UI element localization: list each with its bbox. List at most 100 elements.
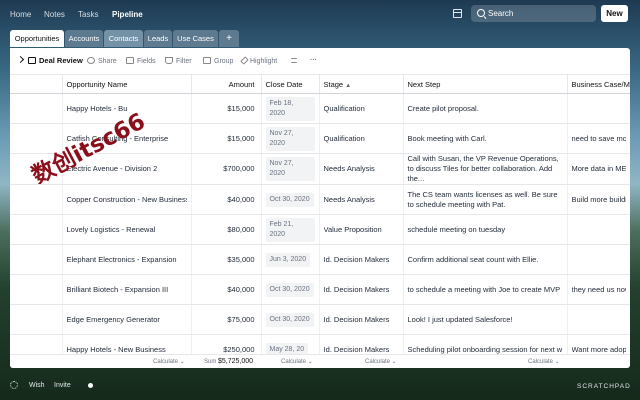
column-header-business-case[interactable]: Business Case/Me bbox=[567, 75, 630, 94]
calculate-name-button[interactable]: Calculate ⌄ bbox=[153, 358, 185, 365]
stage-cell-text: Value Proposition bbox=[323, 224, 382, 234]
tab-contacts[interactable]: Contacts bbox=[104, 30, 143, 47]
row-select-cell[interactable] bbox=[10, 304, 63, 335]
tab-leads[interactable]: Leads bbox=[144, 30, 172, 47]
search-input[interactable] bbox=[488, 5, 588, 22]
next-step-cell[interactable]: Book meeting with Carl. bbox=[403, 123, 568, 154]
business-case-cell[interactable] bbox=[567, 244, 630, 275]
group-button[interactable]: Group bbox=[203, 57, 233, 65]
next-step-cell[interactable]: schedule meeting on tuesday bbox=[403, 214, 568, 245]
calculate-date-button[interactable]: Calculate ⌄ bbox=[281, 358, 313, 365]
amount-cell[interactable]: $40,000 bbox=[191, 184, 262, 215]
amount-cell[interactable]: $35,000 bbox=[191, 244, 262, 275]
add-tab-button[interactable]: + bbox=[219, 30, 239, 47]
opportunity-name-cell-text: Lovely Logistics - Renewal bbox=[66, 224, 156, 234]
opportunity-name-cell[interactable]: Brilliant Biotech - Expansion III bbox=[62, 274, 192, 305]
row-select-cell[interactable] bbox=[10, 214, 63, 245]
sum-amount[interactable]: Sum $5,725,000 bbox=[204, 358, 253, 365]
chevron-right-icon[interactable] bbox=[16, 55, 25, 64]
invite-link[interactable]: Invite bbox=[54, 382, 71, 389]
gear-icon[interactable] bbox=[10, 381, 18, 389]
row-select-cell[interactable] bbox=[10, 184, 63, 215]
new-button[interactable]: New bbox=[601, 5, 628, 22]
nav-tasks[interactable]: Tasks bbox=[78, 10, 98, 19]
close-date-cell[interactable]: Oct 30, 2020 bbox=[261, 184, 320, 215]
nav-notes[interactable]: Notes bbox=[44, 10, 65, 19]
opportunity-name-cell-text: Happy Hotels - New Business bbox=[66, 344, 166, 354]
next-step-cell[interactable]: The CS team wants licenses as well. Be s… bbox=[403, 184, 568, 215]
more-button[interactable]: ··· bbox=[310, 57, 317, 64]
calendar-icon[interactable] bbox=[453, 9, 462, 18]
close-date-cell[interactable]: Feb 21, 2020 bbox=[261, 214, 320, 245]
table-row[interactable]: Elephant Electronics - Expansion $35,000 J… bbox=[10, 244, 630, 275]
opportunity-name-cell[interactable]: Lovely Logistics - Renewal bbox=[62, 214, 192, 245]
calculate-stage-button[interactable]: Calculate ⌄ bbox=[365, 358, 397, 365]
wish-link[interactable]: Wish bbox=[29, 382, 45, 389]
amount-cell[interactable]: $15,000 bbox=[191, 93, 262, 124]
opportunity-name-cell[interactable]: Edge Emergency Generator bbox=[62, 304, 192, 335]
tab-use-cases[interactable]: Use Cases bbox=[173, 30, 218, 47]
filter-button[interactable]: Filter bbox=[165, 57, 192, 65]
nav-pipeline[interactable]: Pipeline bbox=[112, 10, 143, 19]
fields-button[interactable]: Fields bbox=[126, 57, 156, 65]
stage-cell[interactable]: Id. Decision Makers bbox=[319, 304, 404, 335]
close-date-cell[interactable]: Nov 27, 2020 bbox=[261, 123, 320, 154]
amount-cell[interactable]: $75,000 bbox=[191, 304, 262, 335]
view-selector[interactable]: Deal Review bbox=[28, 56, 83, 65]
table-row[interactable]: Lovely Logistics - Renewal $80,000 Feb 21,… bbox=[10, 214, 630, 245]
column-header-opportunity-name[interactable]: Opportunity Name bbox=[62, 75, 192, 94]
column-header-close-date[interactable]: Close Date bbox=[261, 75, 320, 94]
close-date-cell[interactable]: Jun 3, 2020 bbox=[261, 244, 320, 275]
share-button[interactable]: Share bbox=[87, 57, 117, 65]
tab-opportunities[interactable]: Opportunities bbox=[10, 30, 64, 47]
business-case-cell[interactable]: Build more buildin bbox=[567, 184, 630, 215]
table-row[interactable]: Copper Construction - New Business $40,00… bbox=[10, 184, 630, 215]
close-date-cell[interactable]: Feb 18, 2020 bbox=[261, 93, 320, 124]
stage-cell[interactable]: Needs Analysis bbox=[319, 153, 404, 185]
business-case-cell[interactable] bbox=[567, 214, 630, 245]
next-step-cell[interactable]: to schedule a meeting with Joe to create… bbox=[403, 274, 568, 305]
amount-cell[interactable]: $15,000 bbox=[191, 123, 262, 154]
amount-cell[interactable]: $80,000 bbox=[191, 214, 262, 245]
next-step-cell[interactable]: Call with Susan, the VP Revenue Operatio… bbox=[403, 153, 568, 185]
close-date-cell[interactable]: Oct 30, 2020 bbox=[261, 304, 320, 335]
search-box[interactable] bbox=[471, 5, 596, 22]
amount-cell[interactable]: $700,000 bbox=[191, 153, 262, 185]
calculate-next-step-button[interactable]: Calculate ⌄ bbox=[528, 358, 560, 365]
nav-home[interactable]: Home bbox=[10, 10, 31, 19]
opportunity-name-cell[interactable]: Elephant Electronics - Expansion bbox=[62, 244, 192, 275]
column-header-next-step[interactable]: Next Step bbox=[403, 75, 568, 94]
column-header-stage[interactable]: Stage ▲ bbox=[319, 75, 404, 94]
column-header-amount[interactable]: Amount bbox=[191, 75, 262, 94]
stage-cell[interactable]: Id. Decision Makers bbox=[319, 244, 404, 275]
business-case-cell[interactable]: More data in MEU bbox=[567, 153, 630, 185]
business-case-cell[interactable] bbox=[567, 304, 630, 335]
share-icon bbox=[87, 57, 95, 64]
amount-cell-text: $35,000 bbox=[227, 254, 255, 264]
next-step-cell[interactable]: Create pilot proposal. bbox=[403, 93, 568, 124]
opportunity-name-cell[interactable]: Copper Construction - New Business bbox=[62, 184, 192, 215]
stage-cell[interactable]: Value Proposition bbox=[319, 214, 404, 245]
table-row[interactable]: Brilliant Biotech - Expansion III $40,000… bbox=[10, 274, 630, 305]
stage-cell[interactable]: Qualification bbox=[319, 93, 404, 124]
density-button[interactable] bbox=[291, 57, 300, 64]
next-step-cell[interactable]: Look! I just updated Salesforce! bbox=[403, 304, 568, 335]
business-case-cell[interactable] bbox=[567, 93, 630, 124]
table-row[interactable]: Edge Emergency Generator $75,000 Oct 30, 2… bbox=[10, 304, 630, 335]
close-date-cell[interactable]: Oct 30, 2020 bbox=[261, 274, 320, 305]
next-step-cell[interactable]: Confirm additional seat count with Ellie… bbox=[403, 244, 568, 275]
business-case-cell[interactable]: they need us now bbox=[567, 274, 630, 305]
row-select-cell[interactable] bbox=[10, 274, 63, 305]
close-date-cell[interactable]: Nov 27, 2020 bbox=[261, 153, 320, 185]
stage-cell[interactable]: Id. Decision Makers bbox=[319, 274, 404, 305]
stage-cell-text: Qualification bbox=[323, 103, 365, 113]
stage-cell[interactable]: Needs Analysis bbox=[319, 184, 404, 215]
date-pill: Oct 30, 2020 bbox=[265, 282, 314, 297]
tab-accounts[interactable]: Accounts bbox=[65, 30, 103, 47]
business-case-cell[interactable]: need to save more bbox=[567, 123, 630, 154]
amount-cell[interactable]: $40,000 bbox=[191, 274, 262, 305]
highlight-button[interactable]: Highlight bbox=[240, 56, 277, 65]
stage-cell[interactable]: Qualification bbox=[319, 123, 404, 154]
row-select-cell[interactable] bbox=[10, 244, 63, 275]
sheet-icon bbox=[28, 57, 36, 64]
